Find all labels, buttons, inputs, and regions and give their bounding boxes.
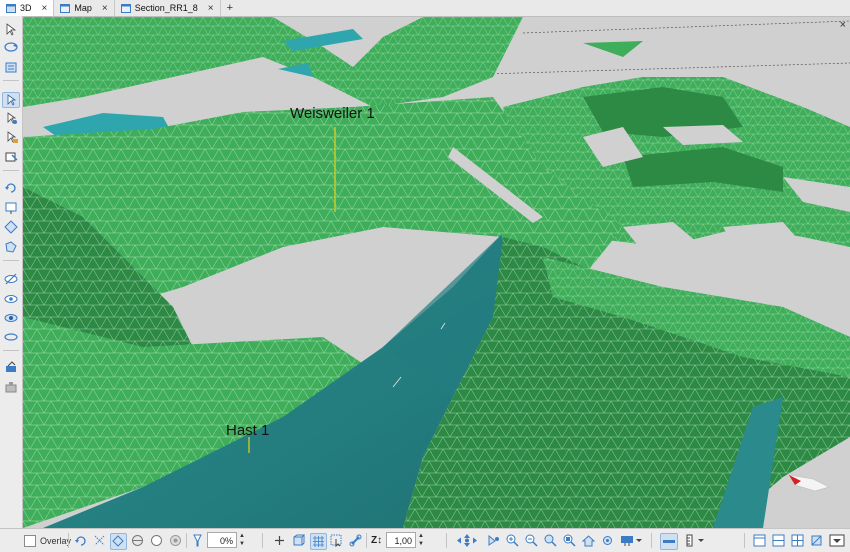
- layout-single-icon[interactable]: [752, 533, 767, 548]
- well-label-hast[interactable]: Hast 1: [226, 422, 269, 439]
- viewport-close-icon[interactable]: ×: [840, 19, 846, 31]
- layout-grid-icon[interactable]: [790, 533, 805, 548]
- well-label-weisweiler[interactable]: Weisweiler 1: [290, 105, 375, 122]
- eye-icon[interactable]: [3, 311, 19, 325]
- overlay-label: Overlay: [40, 535, 72, 546]
- select-node-icon[interactable]: [3, 111, 19, 125]
- zoom-in-icon[interactable]: [505, 533, 520, 548]
- stamp-icon[interactable]: [3, 380, 19, 394]
- zoom-out-icon[interactable]: [524, 533, 539, 548]
- edit-point-icon[interactable]: [3, 150, 19, 164]
- transparency-field[interactable]: 0%: [207, 532, 237, 548]
- tab-section[interactable]: Section_RR1_8 ×: [114, 0, 221, 16]
- ellipse-icon[interactable]: [3, 330, 19, 344]
- box-icon[interactable]: [291, 533, 306, 548]
- window-tab-bar: 3D × Map × Section_RR1_8 × +: [0, 0, 850, 17]
- globe-icon[interactable]: [130, 533, 145, 548]
- paint-icon[interactable]: [3, 360, 19, 374]
- hide-icon[interactable]: [3, 272, 19, 286]
- zscale-stepper[interactable]: ▲ ▼: [417, 532, 425, 548]
- transparency-icon[interactable]: [190, 533, 205, 548]
- rotate-icon[interactable]: [73, 533, 88, 548]
- ruler-icon[interactable]: [684, 533, 706, 548]
- 3d-viewport[interactable]: Weisweiler 1 Hast 1 ×: [23, 17, 850, 528]
- measure-icon[interactable]: [3, 130, 19, 144]
- add-icon[interactable]: [272, 533, 287, 548]
- left-toolbar: [0, 16, 23, 528]
- grid-icon[interactable]: [310, 533, 327, 550]
- save-view-icon[interactable]: [619, 533, 643, 548]
- section-window-icon: [120, 3, 131, 13]
- settings-icon[interactable]: [600, 533, 615, 548]
- tab-3d[interactable]: 3D ×: [0, 0, 55, 16]
- tab-map[interactable]: Map ×: [54, 0, 115, 16]
- bottom-toolbar: Overlay 0% ▲ ▼ Z↕ 1,00 ▲ ▼: [0, 528, 850, 552]
- circle-icon[interactable]: [149, 533, 164, 548]
- nav-arrows-icon[interactable]: [455, 533, 479, 548]
- more-icon[interactable]: [828, 533, 846, 548]
- layers-icon[interactable]: [3, 60, 19, 74]
- clip-icon[interactable]: [809, 533, 824, 548]
- screenshot-icon[interactable]: [660, 533, 678, 550]
- orbit-icon[interactable]: [3, 181, 19, 195]
- transparency-stepper[interactable]: ▲ ▼: [238, 532, 246, 548]
- link-icon[interactable]: [348, 533, 363, 548]
- pan-icon[interactable]: [92, 533, 107, 548]
- 3d-window-icon: [6, 3, 16, 13]
- zoom-window-icon[interactable]: [562, 533, 577, 548]
- home-icon[interactable]: [581, 533, 596, 548]
- 3d-scene[interactable]: [23, 17, 850, 528]
- pick-mode-icon[interactable]: [2, 92, 20, 108]
- add-tab-button[interactable]: +: [221, 0, 239, 16]
- tab-map-close-icon[interactable]: ×: [102, 3, 108, 14]
- tab-3d-label: 3D: [20, 3, 32, 13]
- record-icon[interactable]: [168, 533, 183, 548]
- zoom-fit-icon[interactable]: [543, 533, 558, 548]
- camera-icon[interactable]: [486, 533, 501, 548]
- tab-section-label: Section_RR1_8: [134, 3, 198, 13]
- rotate-view-icon[interactable]: [3, 40, 19, 54]
- frame-icon[interactable]: [3, 201, 19, 215]
- zscale-icon: Z↕: [371, 535, 383, 546]
- select-arrow-icon[interactable]: [3, 22, 19, 36]
- tab-3d-close-icon[interactable]: ×: [42, 3, 48, 14]
- zscale-field[interactable]: 1,00: [386, 532, 416, 548]
- show-icon[interactable]: [3, 292, 19, 306]
- cursor-icon[interactable]: [329, 533, 344, 548]
- overlay-toggle[interactable]: Overlay: [24, 533, 71, 548]
- fit-view-icon[interactable]: [3, 220, 19, 234]
- map-window-icon: [60, 3, 71, 13]
- polygon-icon[interactable]: [3, 240, 19, 254]
- overlay-checkbox[interactable]: [24, 534, 36, 547]
- tab-section-close-icon[interactable]: ×: [208, 3, 214, 14]
- light-icon[interactable]: [110, 533, 127, 550]
- tab-map-label: Map: [74, 3, 92, 13]
- layout-split-icon[interactable]: [771, 533, 786, 548]
